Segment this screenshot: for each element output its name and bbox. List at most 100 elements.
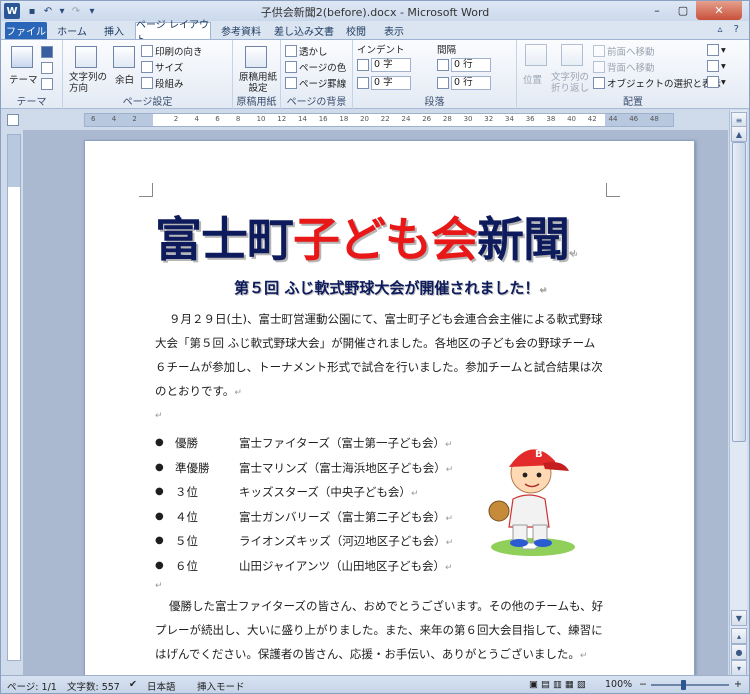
zoom-slider-knob[interactable]	[681, 680, 686, 690]
group-label-page-background: ページの背景	[286, 97, 347, 108]
tab-insert[interactable]: 挿入	[97, 22, 131, 39]
size-button[interactable]: サイズ	[141, 60, 183, 74]
watermark-button[interactable]: 透かし	[285, 44, 328, 58]
position-button[interactable]: 位置	[523, 72, 542, 86]
paragraph-mark: ↵	[579, 651, 588, 661]
margins-button[interactable]: 余白	[115, 72, 134, 86]
scroll-down-button[interactable]: ▼	[731, 610, 747, 626]
list-item: ● ４位 富士ガンバリーズ（富士第二子ども会）↵	[155, 505, 485, 530]
indent-right-field[interactable]: 0 字	[357, 76, 411, 90]
zoom-level[interactable]: 100%	[605, 679, 632, 690]
next-page-button[interactable]: ▾	[731, 660, 747, 676]
group-objects-button[interactable]: ▾	[707, 60, 726, 72]
indent-left-icon	[357, 59, 369, 71]
result-rank: ６位	[175, 558, 198, 573]
page-color-button[interactable]: ページの色	[285, 60, 346, 74]
ruler-tick: 12	[277, 115, 287, 123]
ruler-tick: 26	[422, 115, 432, 123]
zoom-in-button[interactable]: +	[734, 679, 742, 690]
indent-right-icon	[357, 77, 369, 89]
vertical-ruler[interactable]	[7, 134, 21, 661]
space-after-field[interactable]: 0 行	[437, 76, 491, 90]
tab-references[interactable]: 参考資料	[215, 22, 267, 39]
manuscript-settings-button[interactable]: 原稿用紙設定	[237, 72, 279, 94]
bullet-icon: ●	[155, 486, 164, 498]
space-after-icon	[437, 77, 449, 89]
ruler-strip[interactable]: 6 4 2 2 4 6 8 10 12 14 16 18 20 22 24 26 28 30 32 34 36 38 40 4…	[84, 113, 674, 127]
vertical-scrollbar[interactable]: ≡ ▲ ▼ ▴ ● ▾	[729, 110, 747, 676]
align-icon	[707, 44, 719, 56]
ruler-tick: 40	[567, 115, 577, 123]
scroll-thumb[interactable]	[732, 142, 746, 442]
manuscript-icon[interactable]	[245, 46, 267, 68]
list-item: ● ６位 山田ジャイアンツ（山田地区子ども会）↵	[155, 554, 485, 579]
bullet-icon: ●	[155, 437, 164, 448]
theme-fonts-icon[interactable]	[41, 62, 53, 74]
document-area[interactable]: 富士町子ども会新聞↵ 第５回 ふじ軟式野球大会が開催されました！↵ ９月２９日(…	[23, 130, 728, 675]
zoom-slider[interactable]	[651, 680, 729, 690]
text-direction-icon[interactable]	[75, 46, 97, 68]
proofing-icon[interactable]: ✔	[129, 679, 137, 690]
previous-page-button[interactable]: ▴	[731, 628, 747, 644]
result-rank: 優勝	[175, 436, 198, 450]
rotate-button[interactable]: ▾	[707, 76, 726, 88]
send-backward-button[interactable]: 背面へ移動	[593, 60, 655, 74]
page-borders-icon	[285, 77, 297, 89]
space-before-icon	[437, 59, 449, 71]
status-insert-mode[interactable]: 挿入モード	[197, 679, 245, 693]
wrap-text-button[interactable]: 文字列の折り返し	[551, 72, 591, 94]
theme-effects-icon[interactable]	[41, 78, 53, 90]
ruler-tick: 2	[132, 115, 137, 123]
theme-colors-icon[interactable]	[41, 46, 53, 58]
maximize-button[interactable]: ▢	[670, 1, 696, 20]
theme-button[interactable]: テーマ	[9, 72, 38, 86]
close-button[interactable]: ✕	[696, 1, 742, 20]
text-direction-button[interactable]: 文字列の方向	[69, 72, 109, 94]
tab-view[interactable]: 表示	[377, 22, 411, 39]
page-borders-button[interactable]: ページ罫線	[285, 76, 346, 90]
columns-icon	[141, 77, 153, 89]
browse-object-button[interactable]: ●	[731, 644, 747, 660]
status-language[interactable]: 日本語	[147, 679, 176, 693]
tab-review[interactable]: 校閲	[341, 22, 371, 39]
group-label-theme: テーマ	[16, 97, 47, 108]
selection-pane-button[interactable]: オブジェクトの選択と表示	[593, 76, 721, 90]
theme-icon[interactable]	[11, 46, 33, 68]
paragraph-mark: ↵	[234, 388, 242, 398]
columns-button[interactable]: 段組み	[141, 76, 184, 90]
view-buttons-icon[interactable]: ▣▤▥▦▧	[529, 679, 589, 690]
tab-page-layout[interactable]: ページ レイアウト	[135, 20, 211, 46]
ruler-tick: 22	[380, 115, 390, 123]
scroll-up-button[interactable]: ▲	[731, 126, 747, 142]
position-icon[interactable]	[525, 44, 547, 66]
status-word-count[interactable]: 文字数: 557	[67, 679, 120, 693]
group-paragraph: インデント 間隔 0 字 0 字 0 行 0 行 段落	[353, 40, 517, 110]
margins-icon[interactable]	[113, 46, 135, 68]
ribbon-help-icons[interactable]: ▵ ?	[717, 24, 743, 35]
wrap-text-icon[interactable]	[561, 44, 583, 66]
intro-paragraph: ９月２９日(土)、富士町営運動公園にて、富士町子ども会連合会主催による軟式野球大…	[155, 307, 605, 405]
space-before-field[interactable]: 0 行	[437, 58, 491, 72]
bullet-icon: ●	[155, 559, 164, 571]
tab-selector-button[interactable]	[7, 114, 19, 126]
minimize-button[interactable]: –	[644, 1, 670, 20]
tab-home[interactable]: ホーム	[53, 22, 91, 39]
result-team: ライオンズキッズ（河辺地区子ども会）↵	[239, 534, 454, 549]
title-bar: W ▪ ↶ ▾ ↷ ▾ 子供会新聞2(before).docx - Micros…	[1, 1, 749, 21]
zoom-out-button[interactable]: −	[639, 679, 647, 690]
bring-forward-button[interactable]: 前面へ移動	[593, 44, 655, 58]
align-button[interactable]: ▾	[707, 44, 726, 56]
ruler-tick: 10	[256, 115, 266, 123]
ruler-tick: 34	[505, 115, 514, 123]
status-page[interactable]: ページ: 1/1	[7, 679, 57, 693]
orientation-button[interactable]: 印刷の向き	[141, 44, 203, 58]
baseball-player-clipart-icon[interactable]: B	[483, 431, 575, 561]
glove-shape	[488, 500, 510, 522]
tab-file[interactable]: ファイル	[5, 22, 47, 39]
indent-left-field[interactable]: 0 字	[357, 58, 411, 72]
ruler-tick: 42	[587, 115, 597, 123]
document-page[interactable]: 富士町子ども会新聞↵ 第５回 ふじ軟式野球大会が開催されました！↵ ９月２９日(…	[84, 140, 695, 675]
paragraph-mark: ↵	[539, 286, 547, 296]
tab-mailings[interactable]: 差し込み文書	[273, 22, 335, 39]
ruler-tick: 2	[173, 115, 179, 123]
